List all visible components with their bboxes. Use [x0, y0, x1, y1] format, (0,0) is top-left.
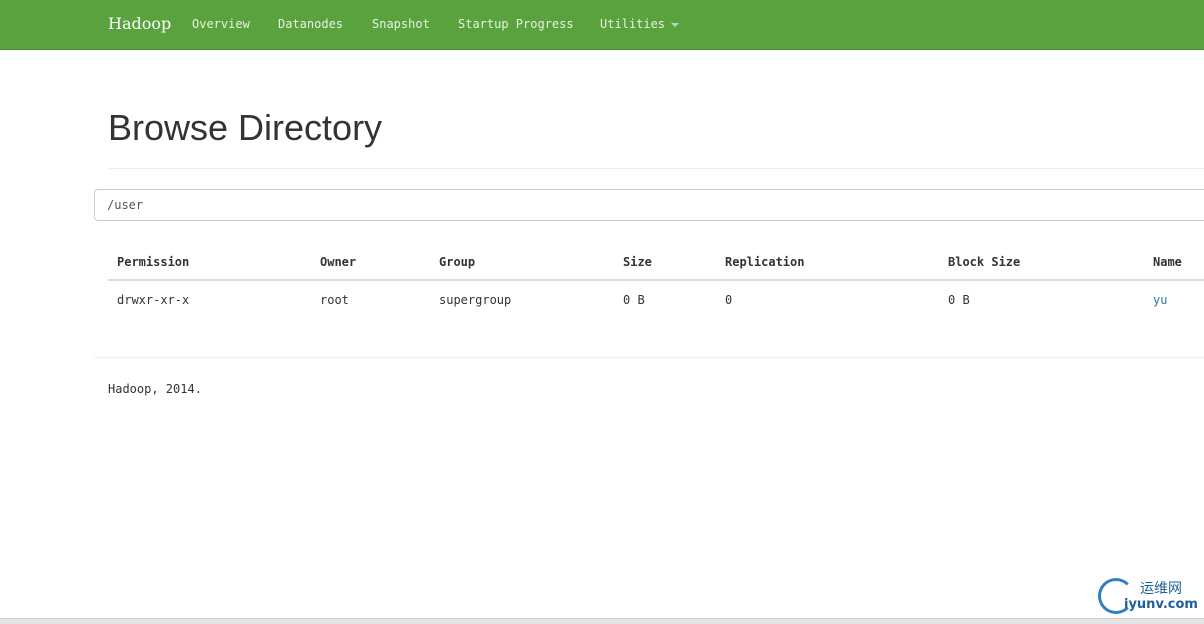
column-header-size[interactable]: Size — [623, 255, 652, 269]
column-header-owner[interactable]: Owner — [320, 255, 356, 269]
table-header-divider — [108, 279, 1204, 281]
cell-replication: 0 — [725, 293, 733, 307]
page-title: Browse Directory — [108, 107, 383, 148]
brand-link[interactable]: Hadoop — [108, 14, 171, 33]
caret-down-icon — [671, 22, 680, 27]
column-header-group[interactable]: Group — [439, 255, 475, 269]
nav-startup-progress[interactable]: Startup Progress — [458, 17, 574, 31]
directory-path-input[interactable] — [94, 189, 1204, 221]
footer-divider — [94, 357, 1204, 358]
watermark-en-text: iyunv.com — [1124, 597, 1198, 612]
cell-block-size: 0 B — [948, 293, 970, 307]
column-header-name[interactable]: Name — [1153, 255, 1182, 269]
column-header-replication[interactable]: Replication — [725, 255, 804, 269]
title-divider — [108, 168, 1204, 169]
cell-permission: drwxr-xr-x — [117, 293, 190, 307]
directory-link-yu[interactable]: yu — [1153, 293, 1167, 307]
column-header-block-size[interactable]: Block Size — [948, 255, 1020, 269]
cell-group: supergroup — [439, 293, 512, 307]
horizontal-scrollbar[interactable] — [0, 618, 1204, 624]
watermark-logo: 运维网 iyunv.com — [1098, 576, 1202, 618]
cell-size: 0 B — [623, 293, 645, 307]
column-header-permission[interactable]: Permission — [117, 255, 189, 269]
nav-utilities-dropdown[interactable]: Utilities — [600, 17, 680, 31]
nav-overview[interactable]: Overview — [192, 17, 250, 31]
top-navbar: Hadoop Overview Datanodes Snapshot Start… — [0, 0, 1204, 50]
cell-owner: root — [320, 293, 349, 307]
nav-utilities-label: Utilities — [600, 17, 666, 31]
nav-datanodes[interactable]: Datanodes — [278, 17, 343, 31]
nav-snapshot[interactable]: Snapshot — [372, 17, 430, 31]
footer-text: Hadoop, 2014. — [108, 382, 202, 396]
watermark-cn-text: 运维网 — [1140, 581, 1182, 597]
